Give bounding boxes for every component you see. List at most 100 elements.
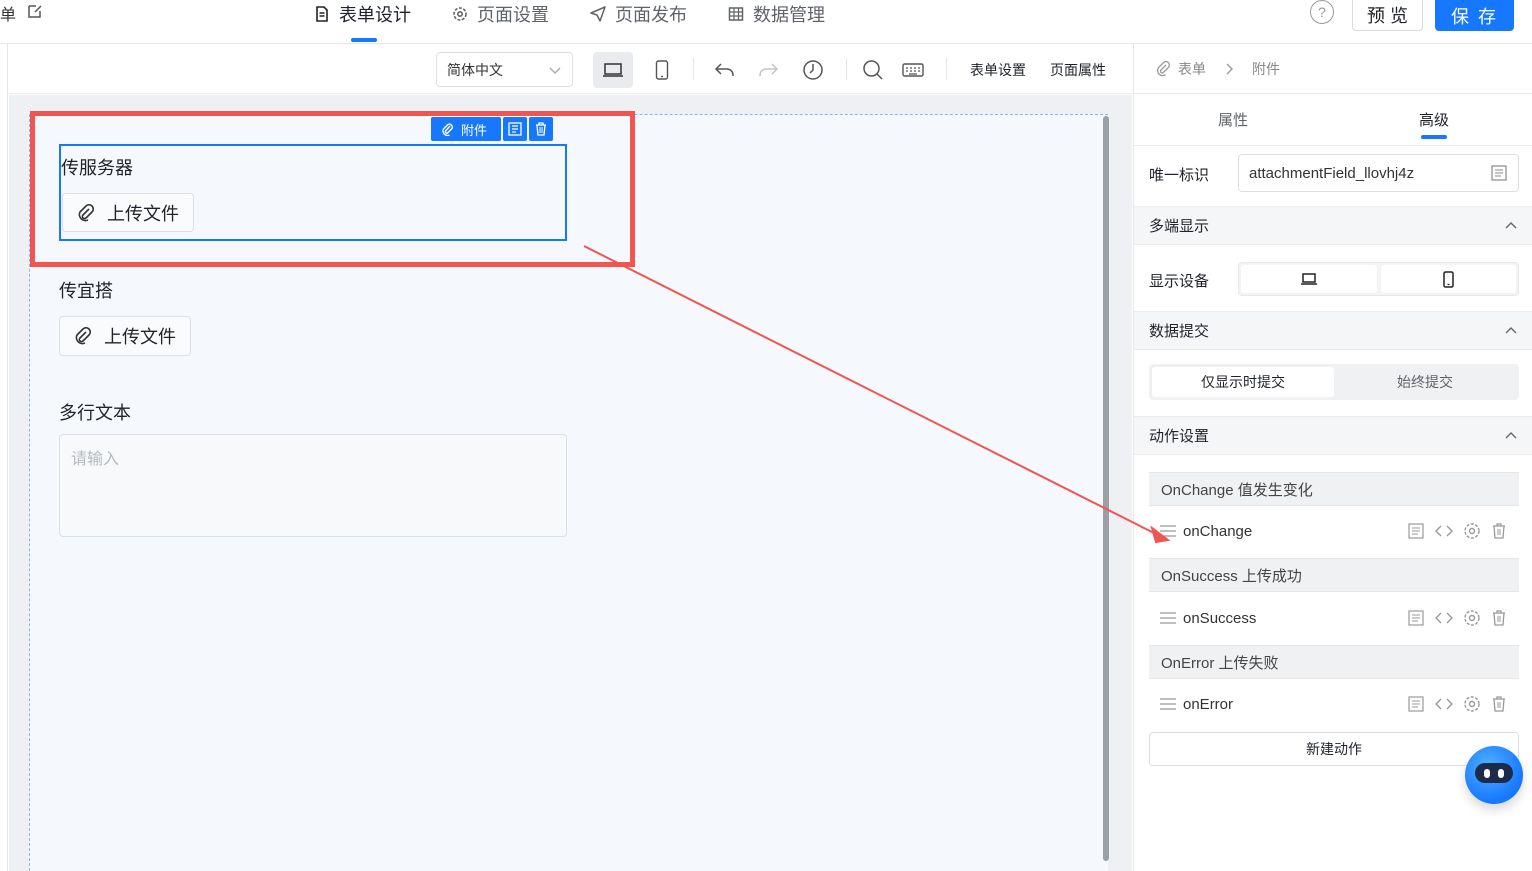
mobile-view-button[interactable]	[646, 54, 678, 86]
tab-properties[interactable]: 属性	[1218, 109, 1248, 130]
new-action-button[interactable]: 新建动作	[1149, 732, 1519, 766]
keyboard-icon	[902, 63, 924, 77]
code-icon[interactable]	[1435, 524, 1453, 538]
textarea-placeholder: 请输入	[71, 451, 120, 468]
gear-icon[interactable]	[1463, 609, 1481, 627]
device-mobile-option[interactable]	[1380, 265, 1516, 293]
action-item[interactable]: onSuccess	[1149, 592, 1519, 644]
action-item[interactable]: onChange	[1149, 505, 1519, 557]
tab-label: 页面设置	[477, 5, 549, 25]
tab-data-management[interactable]: 数据管理	[727, 0, 825, 44]
display-device-label: 显示设备	[1149, 273, 1210, 290]
chevron-right-icon	[1226, 63, 1233, 74]
section-title: 动作设置	[1149, 428, 1210, 445]
trash-icon[interactable]	[1491, 695, 1507, 713]
grid-icon	[728, 7, 744, 21]
laptop-icon	[1300, 273, 1317, 285]
data-submit-section[interactable]: 数据提交	[1134, 311, 1532, 350]
history-button[interactable]	[797, 54, 829, 86]
action-group-header: OnSuccess 上传成功	[1149, 558, 1519, 592]
upload-button-label: 上传文件	[104, 327, 176, 347]
breadcrumb-item[interactable]: 表单	[1178, 59, 1206, 79]
action-name: onSuccess	[1183, 609, 1257, 627]
redo-icon	[759, 63, 779, 76]
language-value: 简体中文	[447, 61, 503, 78]
canvas-scrollbar[interactable]	[1103, 116, 1109, 861]
trash-icon[interactable]	[1491, 609, 1507, 627]
tab-label: 页面发布	[615, 5, 687, 25]
top-actions: ? 预 览 保 存	[1309, 0, 1514, 31]
toolbar-divider	[846, 58, 847, 80]
search-button[interactable]	[857, 54, 889, 86]
action-group-header: OnChange 值发生变化	[1149, 472, 1519, 506]
breadcrumb-item: 附件	[1252, 60, 1280, 77]
drag-handle-icon[interactable]	[1159, 524, 1177, 538]
trash-icon[interactable]	[1491, 522, 1507, 540]
gear-icon[interactable]	[1463, 522, 1481, 540]
paperclip-icon	[75, 327, 92, 345]
save-button[interactable]: 保 存	[1434, 0, 1514, 31]
upload-file-button[interactable]: 上传文件	[59, 316, 191, 356]
toolbar-divider	[693, 58, 694, 80]
edit-title-icon[interactable]	[26, 2, 44, 25]
tab-form-design[interactable]: 表单设计	[313, 0, 411, 44]
undo-icon	[714, 63, 734, 76]
copy-icon[interactable]	[1407, 609, 1425, 627]
action-settings-section[interactable]: 动作设置	[1134, 416, 1532, 455]
undo-button[interactable]	[709, 54, 741, 86]
unique-id-field[interactable]: attachmentField_llovhj4z	[1238, 154, 1519, 192]
desktop-view-button[interactable]	[593, 52, 633, 88]
language-select[interactable]: 简体中文	[436, 52, 573, 87]
drag-handle-icon[interactable]	[1159, 611, 1177, 625]
preview-button[interactable]: 预 览	[1351, 0, 1423, 31]
breadcrumb: 表单 附件	[1134, 44, 1532, 94]
form-settings-link[interactable]: 表单设置	[970, 60, 1026, 80]
multiline-text-input[interactable]: 请输入	[59, 434, 567, 537]
redo-button[interactable]	[752, 54, 784, 86]
attachment-field-yida[interactable]: 传宜搭 上传文件	[59, 277, 567, 356]
toolbar-divider	[946, 58, 947, 80]
textarea-field[interactable]: 多行文本	[59, 399, 567, 425]
action-item[interactable]: onError	[1149, 678, 1519, 730]
laptop-icon	[603, 63, 623, 77]
copy-icon[interactable]	[1490, 164, 1508, 182]
left-sidebar-edge	[0, 44, 8, 871]
section-title: 数据提交	[1149, 323, 1210, 340]
multi-display-section[interactable]: 多端显示	[1134, 206, 1532, 245]
keyboard-button[interactable]	[897, 54, 929, 86]
panel-tabs: 属性 高级	[1134, 95, 1532, 146]
tab-page-publish[interactable]: 页面发布	[589, 0, 687, 44]
tab-advanced[interactable]: 高级	[1419, 109, 1449, 139]
code-icon[interactable]	[1435, 697, 1453, 711]
unique-id-value: attachmentField_llovhj4z	[1249, 164, 1415, 182]
help-icon[interactable]: ?	[1309, 0, 1334, 24]
page-properties-link[interactable]: 页面属性	[1050, 60, 1106, 80]
paperclip-icon	[1156, 60, 1170, 76]
action-controls	[1407, 609, 1507, 627]
canvas-toolbar: 简体中文 表单设置 页面属性	[9, 44, 1132, 94]
code-icon[interactable]	[1435, 611, 1453, 625]
search-icon	[863, 60, 883, 80]
copy-icon[interactable]	[1407, 695, 1425, 713]
chevron-up-icon	[1505, 326, 1517, 333]
submit-always-option[interactable]: 始终提交	[1334, 367, 1516, 397]
action-controls	[1407, 695, 1507, 713]
device-desktop-option[interactable]	[1241, 265, 1377, 293]
assistant-bot-button[interactable]	[1465, 746, 1523, 804]
action-controls	[1407, 522, 1507, 540]
chevron-up-icon	[1505, 431, 1517, 438]
phone-icon	[1443, 270, 1454, 288]
robot-icon	[1475, 763, 1513, 783]
drag-handle-icon[interactable]	[1159, 697, 1177, 711]
app-title-partial: 单	[0, 7, 17, 24]
gear-icon[interactable]	[1463, 695, 1481, 713]
top-bar: 单 表单设计 页面设置 页面发布 数据管理 ? 预 览 保 存	[0, 0, 1532, 44]
send-icon	[590, 6, 606, 22]
section-title: 多端显示	[1149, 218, 1210, 235]
action-name: onError	[1183, 695, 1234, 713]
submit-when-visible-option[interactable]: 仅显示时提交	[1152, 367, 1334, 397]
clock-icon	[803, 60, 823, 80]
tab-page-settings[interactable]: 页面设置	[451, 0, 549, 44]
copy-icon[interactable]	[1407, 522, 1425, 540]
annotation-highlight-box	[30, 111, 635, 267]
